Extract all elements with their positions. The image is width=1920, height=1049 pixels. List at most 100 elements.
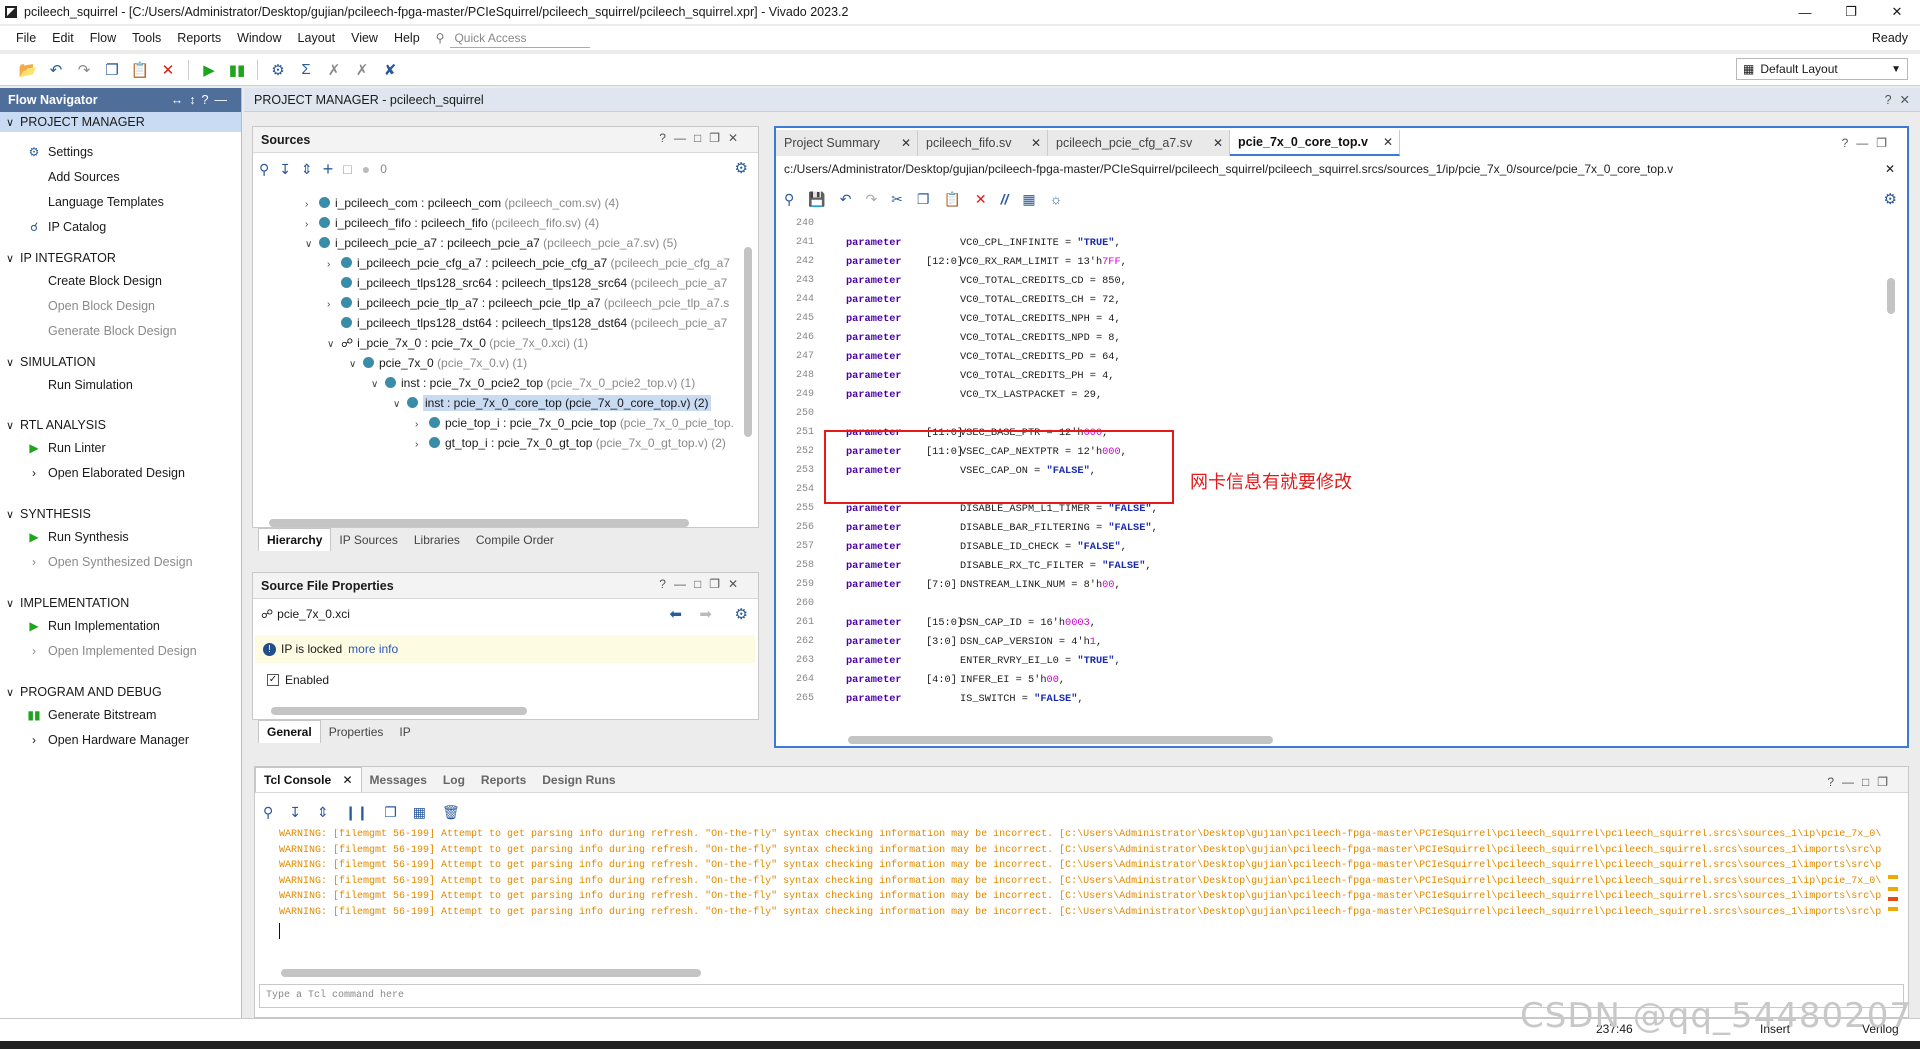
lightbulb-icon[interactable]: ☼ (1050, 191, 1063, 207)
nav-ip-catalog[interactable]: ☌ IP Catalog (0, 217, 241, 237)
tree-item-pcie-cfg-a7[interactable]: › i_pcileech_pcie_cfg_a7 : pcileech_pcie_… (327, 253, 730, 273)
help-icon[interactable]: ? (1885, 93, 1892, 107)
nav-open-block-design[interactable]: Open Block Design (0, 296, 241, 316)
section-project-manager[interactable]: ∨ PROJECT MANAGER (0, 112, 241, 132)
console-horizontal-scrollbar[interactable] (281, 969, 701, 977)
enabled-checkbox[interactable]: ✓ (267, 674, 279, 686)
tree-item-pcie-7x-0[interactable]: ∨ pcie_7x_0 (pcie_7x_0.v) (1) (349, 353, 527, 373)
sources-window-controls[interactable]: ?—□❐✕ (659, 131, 746, 145)
tab-compile-order[interactable]: Compile Order (468, 529, 562, 551)
section-implementation[interactable]: ∨ IMPLEMENTATION (0, 593, 241, 613)
menu-layout[interactable]: Layout (290, 27, 344, 49)
paste-icon[interactable]: 📋 (943, 191, 960, 208)
tab-general[interactable]: General (258, 720, 321, 743)
gear-icon[interactable]: ⚙ (735, 605, 748, 623)
tab-pcie-core-top[interactable]: pcie_7x_0_core_top.v ✕ (1230, 130, 1400, 156)
tab-ip[interactable]: IP (391, 721, 418, 743)
tab-ip-sources[interactable]: IP Sources (331, 529, 405, 551)
tab-tcl-console[interactable]: Tcl Console ✕ (255, 767, 362, 792)
nav-run-synthesis[interactable]: ▶ Run Synthesis (0, 527, 241, 547)
search-icon[interactable]: ⚲ (263, 804, 273, 821)
search-icon[interactable]: ⚲ (259, 161, 269, 178)
nav-open-implemented-design[interactable]: › Open Implemented Design (0, 641, 241, 661)
sfp-window-controls[interactable]: ?—□❐✕ (659, 577, 746, 591)
add-source-icon[interactable]: + (323, 159, 334, 180)
tab-properties[interactable]: Properties (321, 721, 392, 743)
editor-vertical-scrollbar[interactable] (1887, 278, 1895, 314)
close-icon[interactable]: ✕ (901, 136, 911, 150)
tab-pcileech-pcie-cfg[interactable]: pcileech_pcie_cfg_a7.sv ✕ (1048, 130, 1230, 156)
menu-help[interactable]: Help (386, 27, 428, 49)
save-icon[interactable]: 💾 (808, 191, 825, 208)
menu-window[interactable]: Window (229, 27, 289, 49)
cut-icon[interactable]: ✂ (891, 191, 903, 208)
tree-item-tlps128-dst64[interactable]: i_pcileech_tlps128_dst64 : pcileech_tlps… (327, 313, 727, 333)
menu-flow[interactable]: Flow (82, 27, 124, 49)
nav-run-linter[interactable]: ▶ Run Linter (0, 438, 241, 458)
redo-icon[interactable]: ↷ (70, 58, 98, 82)
close-path-icon[interactable]: ✕ (1885, 162, 1895, 176)
expand-all-icon[interactable]: ⇕ (317, 804, 329, 821)
menu-view[interactable]: View (343, 27, 386, 49)
close-icon[interactable]: ✕ (1213, 136, 1223, 150)
gear-icon[interactable]: ⚙ (735, 159, 748, 177)
settings-icon[interactable]: ⚙ (264, 58, 292, 82)
section-rtl-analysis[interactable]: ∨ RTL ANALYSIS (0, 415, 241, 435)
nav-open-synthesized-design[interactable]: › Open Synthesized Design (0, 552, 241, 572)
nav-open-elaborated-design[interactable]: › Open Elaborated Design (0, 463, 241, 483)
section-ip-integrator[interactable]: ∨ IP INTEGRATOR (0, 248, 241, 268)
collapse-all-icon[interactable]: ↧ (279, 161, 291, 178)
undo-icon[interactable]: ↶ (42, 58, 70, 82)
redo-icon[interactable]: ↷ (865, 191, 877, 208)
nav-run-implementation[interactable]: ▶ Run Implementation (0, 616, 241, 636)
quick-access-input[interactable]: Quick Access (450, 28, 591, 48)
expand-all-icon[interactable]: ⇕ (301, 161, 313, 178)
minimize-button[interactable]: — (1782, 0, 1828, 24)
tab-reports[interactable]: Reports (473, 769, 534, 791)
nav-settings[interactable]: ⚙ Settings (0, 142, 241, 162)
sfp-horizontal-scrollbar[interactable] (271, 707, 527, 715)
sigma-icon[interactable]: Σ (292, 58, 320, 82)
copy-icon[interactable]: ❐ (384, 804, 397, 821)
tree-item-pcie-7x-0-xci[interactable]: ∨ ☍ i_pcie_7x_0 : pcie_7x_0 (pcie_7x_0.xci… (327, 333, 588, 353)
nav-run-simulation[interactable]: Run Simulation (0, 375, 241, 395)
column-icon[interactable]: ▦ (1022, 191, 1035, 208)
maximize-button[interactable]: ❐ (1828, 0, 1874, 24)
tab-libraries[interactable]: Libraries (406, 529, 468, 551)
run-icon[interactable]: ▶ (195, 58, 223, 82)
tab-messages[interactable]: Messages (362, 769, 435, 791)
console-window-controls[interactable]: ?—□❐ (1827, 775, 1896, 789)
menu-tools[interactable]: Tools (124, 27, 169, 49)
section-synthesis[interactable]: ∨ SYNTHESIS (0, 504, 241, 524)
nav-open-hardware-manager[interactable]: › Open Hardware Manager (0, 730, 241, 750)
tab-pcileech-fifo[interactable]: pcileech_fifo.sv ✕ (918, 130, 1048, 156)
tab-log[interactable]: Log (435, 769, 473, 791)
close-icon[interactable]: ✕ (1031, 136, 1041, 150)
nav-generate-block-design[interactable]: Generate Block Design (0, 321, 241, 341)
editor-horizontal-scrollbar[interactable] (848, 736, 1273, 744)
table-icon[interactable]: ▦ (413, 804, 426, 821)
tree-item-gt-top-i[interactable]: › gt_top_i : pcie_7x_0_gt_top (pcie_7x_0_… (415, 433, 726, 453)
collapse-all-icon[interactable]: ↧ (289, 804, 301, 821)
search-icon[interactable]: ⚲ (784, 191, 794, 208)
tree-item-core-top[interactable]: ∨ inst : pcie_7x_0_core_top (pcie_7x_0_co… (393, 393, 711, 413)
comment-icon[interactable]: // (1001, 191, 1009, 207)
header-controls[interactable]: ↔↕?— (171, 93, 233, 107)
gear-icon[interactable]: ⚙ (1884, 190, 1897, 208)
copy-icon[interactable]: ❐ (98, 58, 126, 82)
tool-disabled-icon[interactable]: ✗ (320, 58, 348, 82)
copy-icon[interactable]: ❐ (917, 191, 930, 208)
close-icon[interactable]: ✕ (1383, 135, 1393, 149)
menu-reports[interactable]: Reports (169, 27, 229, 49)
bitstream-icon[interactable]: ▮▮ (223, 58, 251, 82)
paste-icon[interactable]: 📋 (126, 58, 154, 82)
forward-arrow-icon[interactable]: ➡ (699, 605, 712, 623)
open-project-icon[interactable]: 📂 (14, 58, 42, 82)
close-window-button[interactable]: ✕ (1874, 0, 1920, 24)
tree-item-pcie-tlp-a7[interactable]: › i_pcileech_pcie_tlp_a7 : pcileech_pcie_… (327, 293, 729, 313)
sources-vertical-scrollbar[interactable] (744, 247, 752, 437)
delete-icon[interactable]: ✕ (154, 58, 182, 82)
document-icon[interactable]: □ (343, 161, 351, 177)
tree-item-tlps128-src64[interactable]: i_pcileech_tlps128_src64 : pcileech_tlps… (327, 273, 727, 293)
pause-icon[interactable]: ❙❙ (345, 804, 368, 821)
